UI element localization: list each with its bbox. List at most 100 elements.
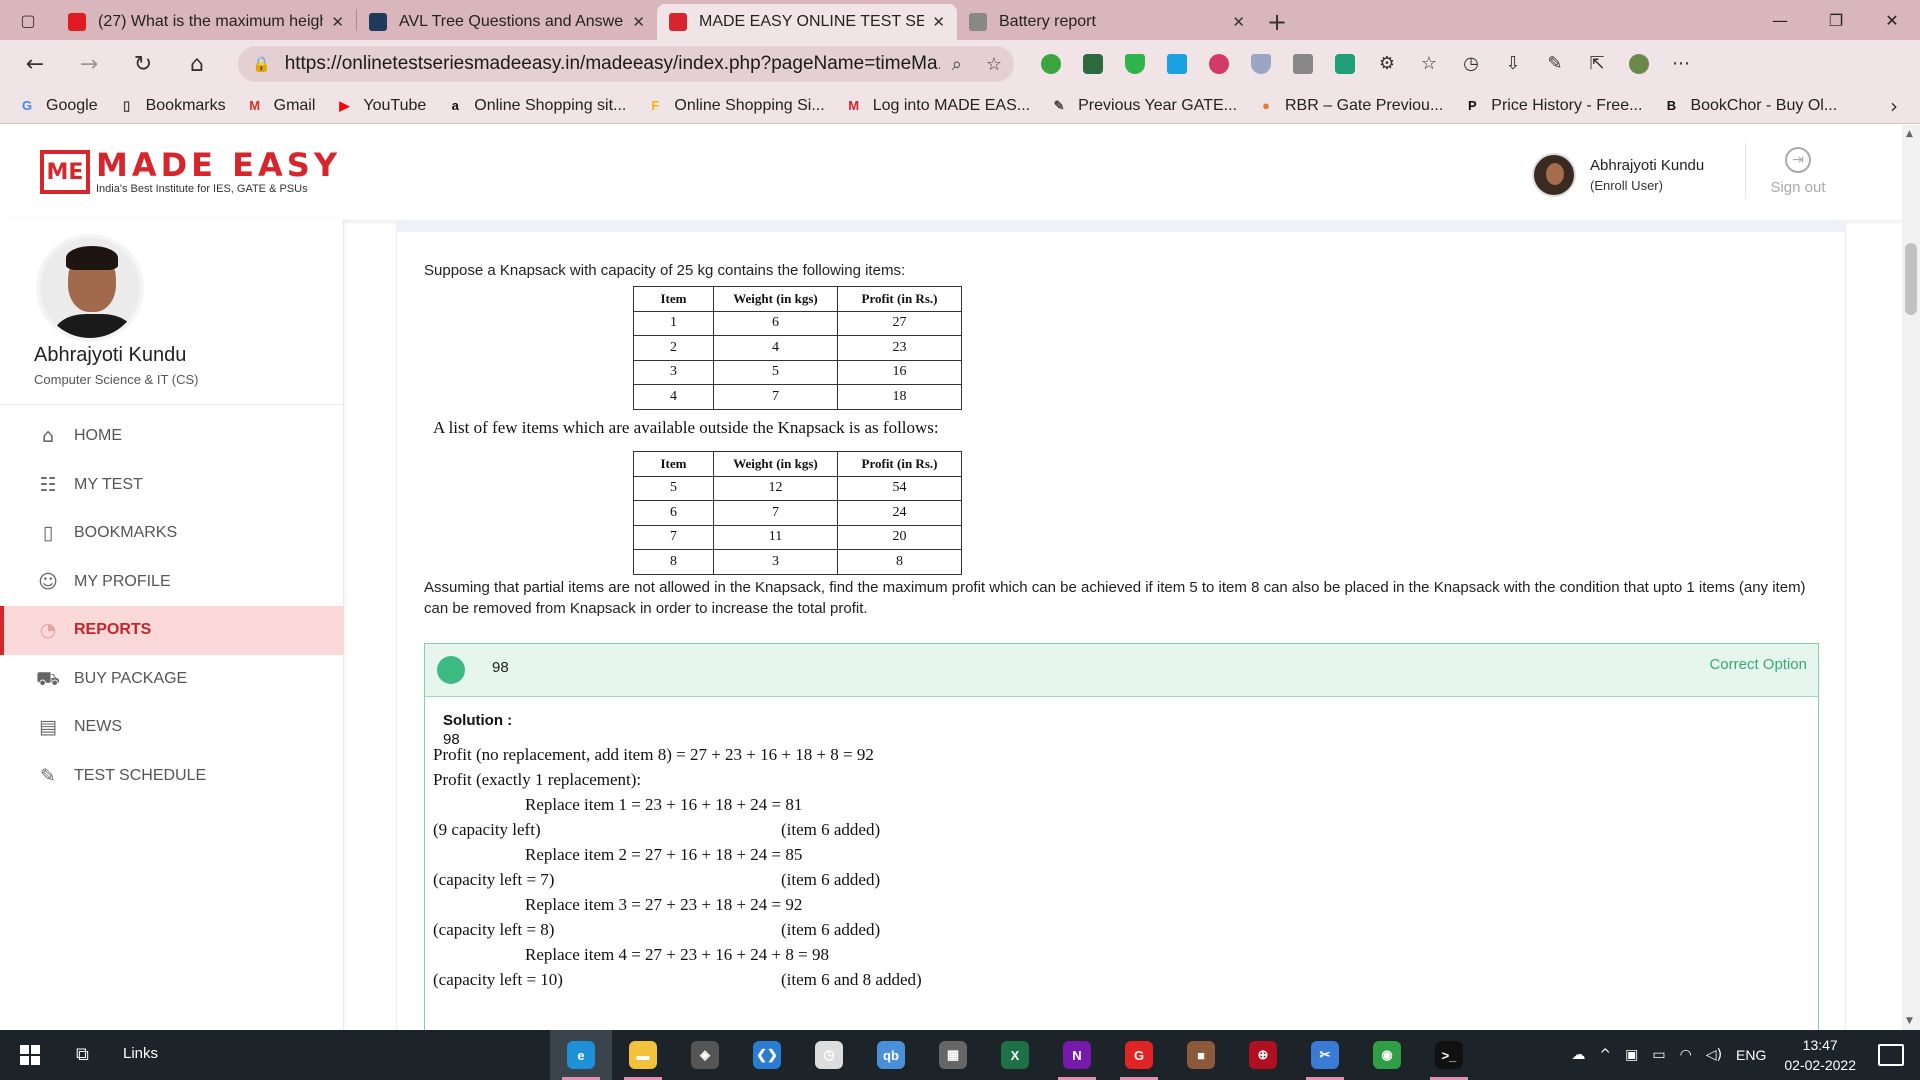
scroll-down-icon[interactable]: ▼ (1906, 1016, 1913, 1026)
favorites-icon[interactable]: ☆ (1408, 40, 1450, 88)
restore-icon[interactable]: ❐ (1808, 0, 1864, 40)
taskbar-app-vscode[interactable]: ❮❯ (736, 1030, 798, 1080)
taskbar-app-app-brown[interactable]: ■ (1170, 1030, 1232, 1080)
made-easy-logo[interactable]: ME MADE EASY India's Best Institute for … (40, 149, 341, 195)
downloads-icon[interactable]: ⇩ (1492, 40, 1534, 88)
browser-tab[interactable]: Battery report ✕ (957, 4, 1257, 40)
onedrive-icon[interactable]: ☁ (1571, 1047, 1585, 1063)
answer-option[interactable]: 98 Correct Option (425, 644, 1818, 697)
bookmark-item[interactable]: M Log into MADE EAS... (845, 97, 1030, 115)
sidebar-item-reports[interactable]: ◔ REPORTS (0, 606, 344, 655)
forward-icon[interactable]: → (62, 52, 116, 77)
bookmark-item[interactable]: P Price History - Free... (1463, 97, 1642, 115)
sidebar-item-my-test[interactable]: ☷ MY TEST (0, 461, 344, 510)
back-icon[interactable]: ← (8, 52, 62, 77)
sidebar-item-news[interactable]: ▤ NEWS (0, 703, 344, 752)
browser-tab-bar: ▢ (27) What is the maximum heigh ✕ AVL Tre… (0, 0, 1920, 40)
scroll-up-icon[interactable]: ▲ (1906, 129, 1913, 139)
table-cell: 7 (713, 500, 838, 526)
tab-actions-icon[interactable]: ▢ (0, 0, 56, 40)
bookmark-icon: P (1467, 98, 1477, 113)
battery-icon[interactable]: ▭ (1652, 1047, 1665, 1063)
extension-translate-icon[interactable] (1156, 40, 1198, 88)
sidebar-item-my-profile[interactable]: ☺ MY PROFILE (0, 558, 344, 607)
bookmark-label: Online Shopping Si... (674, 96, 825, 114)
bookmark-item[interactable]: B BookChor - Buy Ol... (1662, 97, 1837, 115)
close-tab-icon[interactable]: ✕ (632, 13, 645, 31)
sidebar-item-buy-package[interactable]: ⛟ BUY PACKAGE (0, 655, 344, 704)
taskbar-app-file-explorer[interactable]: ▬ (612, 1030, 674, 1080)
taskbar-app-qbittorrent[interactable]: qb (860, 1030, 922, 1080)
bookmark-item[interactable]: ▯ Bookmarks (118, 97, 226, 115)
tray-expand-icon[interactable]: ^ (1599, 1047, 1611, 1063)
bookmark-label: Log into MADE EAS... (872, 96, 1031, 114)
more-menu-icon[interactable]: ⋯ (1660, 40, 1702, 88)
extension-tabs-icon[interactable] (1282, 40, 1324, 88)
zoom-icon[interactable]: ⌕ (952, 54, 962, 75)
bookmark-item[interactable]: M Gmail (246, 97, 315, 115)
bookmark-item[interactable]: a Online Shopping sit... (446, 97, 627, 115)
close-tab-icon[interactable]: ✕ (1232, 13, 1245, 31)
start-button[interactable] (0, 1030, 60, 1080)
lock-icon[interactable]: 🔒 (252, 55, 271, 73)
sidebar-item-bookmarks[interactable]: ▯ BOOKMARKS (0, 509, 344, 558)
bookmark-item[interactable]: F Online Shopping Si... (646, 97, 824, 115)
header-user[interactable]: Abhrajyoti Kundu (Enroll User) (1532, 153, 1704, 197)
extension-glasses-icon[interactable] (1072, 40, 1114, 88)
url-text[interactable]: https://onlinetestseriesmadeeasy.in/made… (285, 53, 940, 75)
history-icon[interactable]: ◷ (1450, 40, 1492, 88)
bookmark-icon: ● (1262, 98, 1270, 113)
refresh-icon[interactable]: ↻ (116, 52, 170, 77)
device-icon[interactable]: ▣ (1625, 1047, 1638, 1063)
address-bar[interactable]: 🔒 https://onlinetestseriesmadeeasy.in/ma… (238, 46, 1014, 82)
extension-green-plus-icon[interactable] (1030, 40, 1072, 88)
taskbar-app-app-dark[interactable]: ⊕ (1232, 1030, 1294, 1080)
share-icon[interactable]: ⇱ (1576, 40, 1618, 88)
extension-brain-icon[interactable] (1198, 40, 1240, 88)
taskbar-app-terminal[interactable]: >_ (1418, 1030, 1480, 1080)
close-tab-icon[interactable]: ✕ (331, 13, 344, 31)
language-indicator[interactable]: ENG (1736, 1047, 1766, 1063)
taskbar-app-snip[interactable]: ✂ (1294, 1030, 1356, 1080)
taskbar-app-chrome[interactable]: ◉ (1356, 1030, 1418, 1080)
browser-tab[interactable]: (27) What is the maximum heigh ✕ (56, 4, 356, 40)
extension-shield-icon[interactable] (1114, 40, 1156, 88)
extension-badge-icon[interactable] (1324, 40, 1366, 88)
taskbar-app-excel[interactable]: X (984, 1030, 1046, 1080)
taskbar-app-app-red[interactable]: G (1108, 1030, 1170, 1080)
scrollbar-thumb[interactable] (1905, 243, 1917, 315)
taskbar-app-edge[interactable]: e (550, 1030, 612, 1080)
task-view-icon[interactable]: ⧉ (76, 1044, 89, 1065)
extensions-puzzle-icon[interactable]: ⚙ (1366, 40, 1408, 88)
browser-tab[interactable]: AVL Tree Questions and Answers ✕ (357, 4, 657, 40)
logo-mark-icon: ME (40, 150, 90, 194)
favorite-star-icon[interactable]: ☆ (986, 54, 1002, 75)
new-tab-button[interactable]: + (1257, 4, 1297, 40)
notification-icon[interactable] (1878, 1044, 1904, 1066)
taskbar-app-onenote[interactable]: N (1046, 1030, 1108, 1080)
extension-privacy-icon[interactable] (1240, 40, 1282, 88)
close-window-icon[interactable]: ✕ (1864, 0, 1920, 40)
sign-out-button[interactable]: ⇥ Sign out (1762, 147, 1834, 196)
bookmark-item[interactable]: ✎ Previous Year GATE... (1050, 97, 1237, 115)
profile-avatar-icon[interactable] (1618, 40, 1660, 88)
browser-tab[interactable]: MADE EASY ONLINE TEST SERIES ✕ (657, 4, 957, 40)
close-tab-icon[interactable]: ✕ (932, 13, 945, 31)
home-icon[interactable]: ⌂ (170, 52, 224, 77)
volume-icon[interactable]: ◁) (1706, 1047, 1722, 1063)
links-toolbar[interactable]: Links (123, 1045, 158, 1062)
wifi-icon[interactable]: ◠ (1680, 1047, 1692, 1063)
page-scrollbar[interactable]: ▲ ▼ (1902, 125, 1920, 1030)
clock[interactable]: 13:47 02-02-2022 (1784, 1035, 1856, 1075)
bookmark-item[interactable]: ▶ YouTube (335, 97, 426, 115)
bookmark-item[interactable]: ● RBR – Gate Previou... (1257, 97, 1443, 115)
web-capture-icon[interactable]: ✎ (1534, 40, 1576, 88)
taskbar-app-clock[interactable]: ◷ (798, 1030, 860, 1080)
bookmark-item[interactable]: G Google (18, 97, 98, 115)
sidebar-item-test-schedule[interactable]: ✎ TEST SCHEDULE (0, 752, 344, 801)
sidebar-item-home[interactable]: ⌂ HOME (0, 412, 344, 461)
taskbar-app-unity[interactable]: ◈ (674, 1030, 736, 1080)
taskbar-app-calculator[interactable]: ▦ (922, 1030, 984, 1080)
minimize-icon[interactable]: — (1752, 0, 1808, 40)
bookmarks-more-icon[interactable]: › (1890, 94, 1898, 118)
